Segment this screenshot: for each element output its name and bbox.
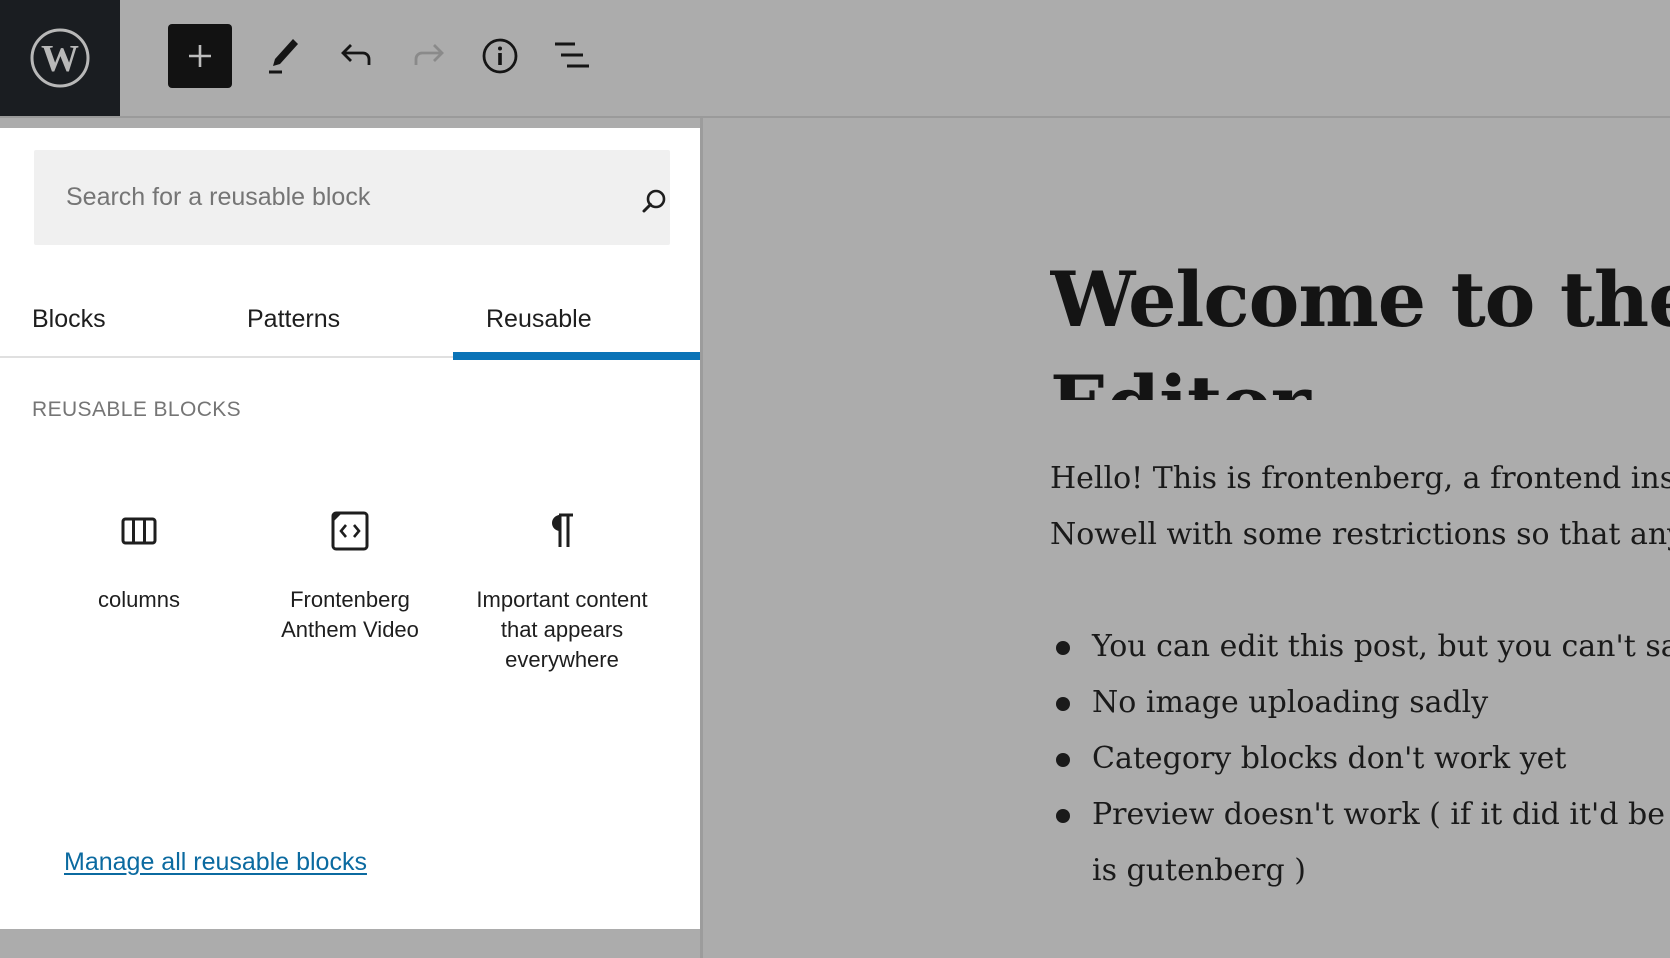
reusable-block-label: columns xyxy=(98,587,180,612)
wordpress-logo-button[interactable]: W xyxy=(0,0,120,116)
list-item: Category blocks don't work yet xyxy=(1050,731,1670,787)
post-title-line-2: Editor xyxy=(1050,352,1670,400)
search-icon xyxy=(642,189,666,213)
post-title-line-1: Welcome to the xyxy=(1050,255,1670,344)
list-item: You can edit this post, but you can't sa… xyxy=(1050,619,1670,675)
undo-icon xyxy=(341,44,371,65)
tools-button[interactable] xyxy=(251,24,315,88)
search-input[interactable] xyxy=(34,150,670,245)
undo-button[interactable] xyxy=(325,24,389,88)
block-inserter-panel: Blocks Patterns Reusable REUSABLE BLOCKS… xyxy=(0,128,700,929)
editor-header: W xyxy=(0,0,1670,118)
add-block-button[interactable] xyxy=(168,24,232,88)
tab-reusable[interactable]: Reusable xyxy=(453,280,700,360)
reusable-block-item[interactable]: columns xyxy=(33,498,245,615)
tab-patterns[interactable]: Patterns xyxy=(226,280,453,358)
list-view-icon xyxy=(555,42,589,68)
list-view-button[interactable] xyxy=(540,24,604,88)
reusable-block-label: Important content that appears everywher… xyxy=(476,587,648,672)
redo-button[interactable] xyxy=(396,24,460,88)
paragraph-line: Nowell with some restrictions so that an… xyxy=(1050,517,1670,552)
pencil-icon xyxy=(269,39,298,74)
columns-icon xyxy=(121,517,157,545)
list-item-text-continued: is gutenberg ) xyxy=(1092,853,1306,888)
post-list[interactable]: You can edit this post, but you can't sa… xyxy=(1050,619,1670,899)
editor-canvas[interactable]: Welcome to the Editor Hello! This is fro… xyxy=(700,118,1670,958)
reusable-block-item[interactable]: Frontenberg Anthem Video xyxy=(244,498,456,645)
info-icon xyxy=(482,38,518,74)
paragraph-line: Hello! This is frontenberg, a frontend i… xyxy=(1050,461,1670,496)
list-item: Preview doesn't work ( if it did it'd be… xyxy=(1050,787,1670,899)
svg-text:W: W xyxy=(41,38,79,80)
wordpress-logo-icon: W xyxy=(30,28,90,88)
post-title[interactable]: Welcome to the Editor xyxy=(1050,248,1670,400)
plus-icon xyxy=(189,45,211,67)
list-item-text: Preview doesn't work ( if it did it'd be… xyxy=(1092,797,1670,832)
redo-icon xyxy=(414,44,444,65)
paragraph-icon xyxy=(552,513,573,547)
section-heading: REUSABLE BLOCKS xyxy=(32,398,242,421)
reusable-block-item[interactable]: Important content that appears everywher… xyxy=(456,498,668,675)
details-button[interactable] xyxy=(468,24,532,88)
list-item: No image uploading sadly xyxy=(1050,675,1670,731)
search-box xyxy=(34,150,670,245)
manage-reusable-blocks-link[interactable]: Manage all reusable blocks xyxy=(64,848,367,877)
tab-blocks[interactable]: Blocks xyxy=(0,280,226,358)
post-paragraph[interactable]: Hello! This is frontenberg, a frontend i… xyxy=(1050,451,1670,563)
html-embed-icon xyxy=(331,511,369,551)
inserter-tabs: Blocks Patterns Reusable xyxy=(0,280,700,360)
reusable-block-label: Frontenberg Anthem Video xyxy=(281,587,419,642)
